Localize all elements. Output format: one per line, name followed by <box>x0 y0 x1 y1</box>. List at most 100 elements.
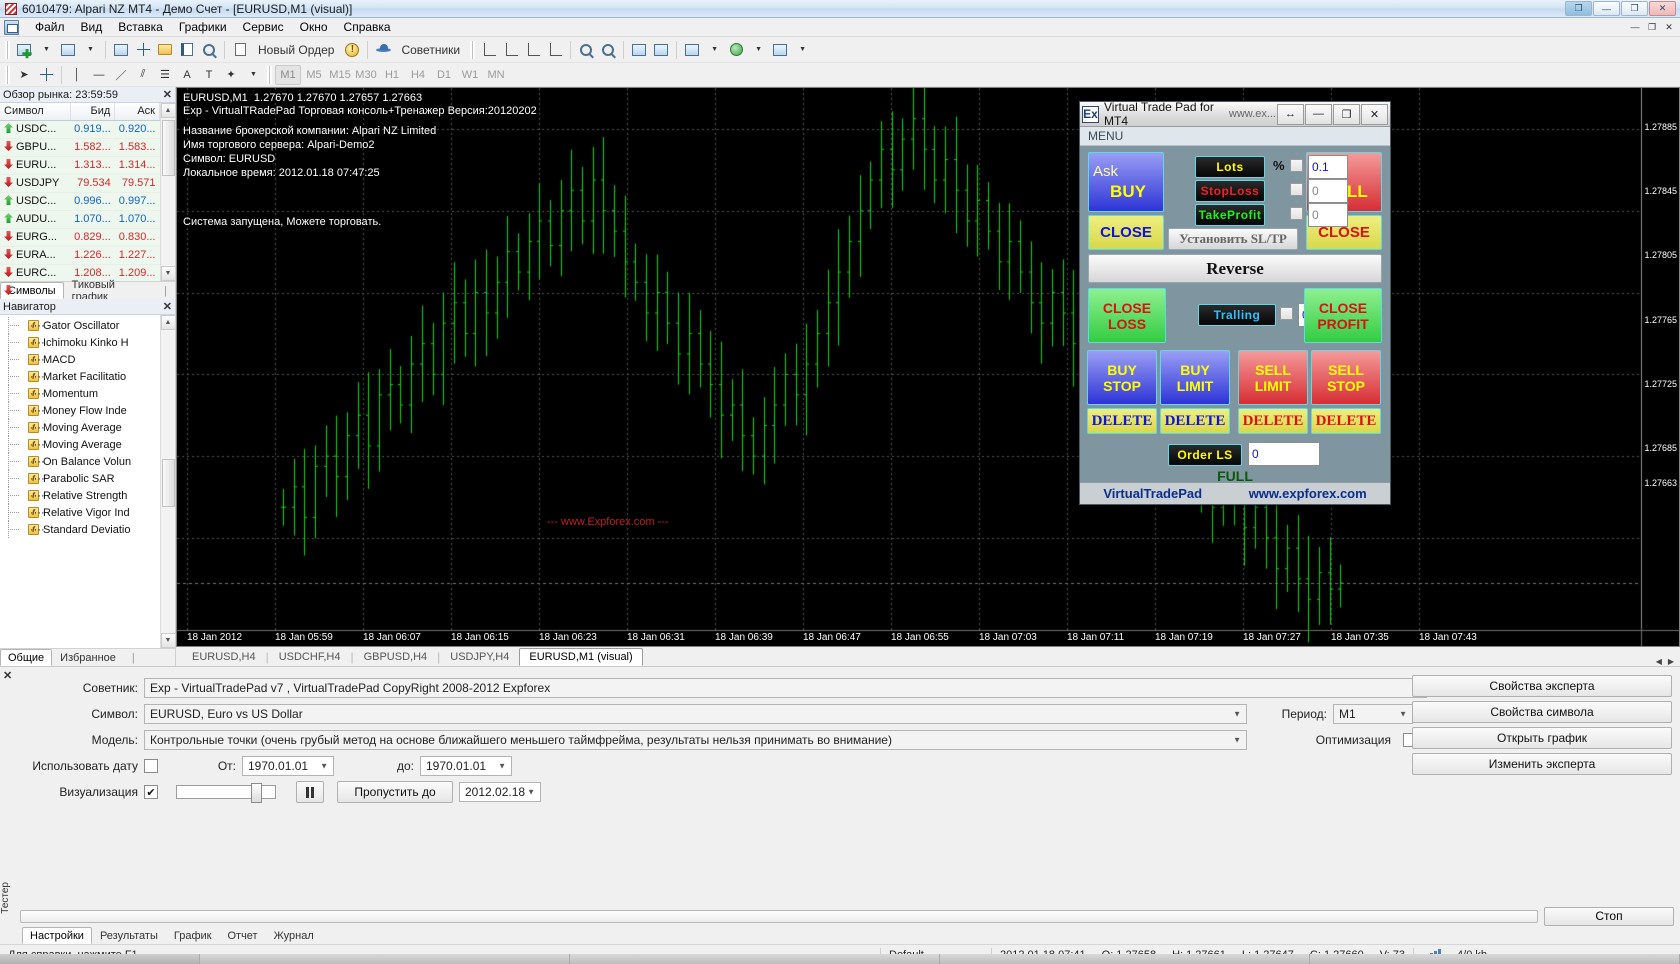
buy-stop-button[interactable]: BUY STOP <box>1087 350 1157 405</box>
vtp-site-link[interactable]: www.expforex.com <box>1249 486 1367 501</box>
taskbar-item[interactable] <box>570 954 940 964</box>
set-sltp-button[interactable]: Установить SL/TP <box>1168 228 1298 250</box>
scroll-up-icon[interactable]: ▲ <box>161 103 176 118</box>
taskbar-item[interactable] <box>200 954 570 964</box>
chevron-down-icon[interactable]: ▼ <box>527 788 535 797</box>
column-header-ask[interactable]: Аск <box>115 103 160 120</box>
shapes-icon[interactable]: ✦ <box>220 64 242 86</box>
navigator-item[interactable]: fMomentum <box>0 385 160 402</box>
column-header-symbol[interactable]: Символ <box>0 103 70 120</box>
navigator-item[interactable]: fOn Balance Volun <box>0 453 160 470</box>
taskbar-item[interactable] <box>1310 954 1680 964</box>
new-chart-icon[interactable]: ✚ <box>13 39 35 61</box>
model-combobox[interactable]: Контрольные точки (очень грубый метод на… <box>144 730 1247 750</box>
delete-buy-stop-button[interactable]: DELETE <box>1087 408 1157 434</box>
bar-chart-icon[interactable] <box>500 39 522 61</box>
chart-tab-eurusd-m1-visual[interactable]: EURUSD,M1 (visual) <box>519 648 642 666</box>
tab-favorites[interactable]: Избранное <box>52 649 124 666</box>
scroll-down-icon[interactable]: ▼ <box>161 266 176 281</box>
tab-settings[interactable]: Настройки <box>22 927 92 944</box>
strategy-tester-icon[interactable] <box>198 39 220 61</box>
open-chart-button[interactable]: Открыть график <box>1412 727 1672 749</box>
sell-limit-button[interactable]: SELL LIMIT <box>1238 350 1308 405</box>
tab-tick-chart[interactable]: Тиковый график <box>64 282 157 299</box>
vtp-maximize-button[interactable]: ❐ <box>1333 104 1360 125</box>
indicator-list-icon[interactable] <box>681 39 703 61</box>
maximize-window-button[interactable]: ❐ <box>1621 1 1648 16</box>
table-row[interactable]: USDC...0.919...0.920... <box>0 120 160 138</box>
tab-common[interactable]: Общие <box>0 649 52 666</box>
mdi-restore-button[interactable]: ❐ <box>1644 20 1660 34</box>
experts-button[interactable]: Советники <box>394 39 467 61</box>
period-button-h4[interactable]: H4 <box>405 65 431 85</box>
visualization-speed-slider[interactable] <box>176 785 276 799</box>
reverse-button[interactable]: Reverse <box>1088 254 1382 283</box>
close-icon[interactable]: ✕ <box>3 669 12 682</box>
modify-expert-button[interactable]: Изменить эксперта <box>1412 753 1672 775</box>
restore-all-button[interactable]: ❐ <box>1565 1 1592 16</box>
chart-window[interactable]: EURUSD,M1 1.27670 1.27670 1.27657 1.2766… <box>176 87 1680 647</box>
terminal-icon[interactable] <box>176 39 198 61</box>
chevron-down-icon[interactable]: ▼ <box>1233 710 1241 719</box>
expert-combobox[interactable]: Exp - VirtualTradePad v7 , VirtualTradeP… <box>144 678 1427 698</box>
chevron-down-icon[interactable]: ▼ <box>498 762 506 771</box>
toolbar-grip-2[interactable] <box>470 41 475 59</box>
menu-item-view[interactable]: Вид <box>73 18 111 36</box>
table-row[interactable]: EURU...1.313...1.314... <box>0 156 160 174</box>
close-icon[interactable]: ✕ <box>163 300 172 313</box>
taskbar-start[interactable] <box>0 954 200 964</box>
chart-shift-icon[interactable] <box>650 39 672 61</box>
close-icon[interactable]: ✕ <box>163 88 172 101</box>
menu-item-window[interactable]: Окно <box>292 18 336 36</box>
tab-scroll-left-icon[interactable]: ◀ <box>1654 657 1664 666</box>
navigator-item[interactable]: fParabolic SAR <box>0 470 160 487</box>
stop-button[interactable]: Стоп <box>1544 907 1674 926</box>
period-icon[interactable] <box>725 39 747 61</box>
table-row[interactable]: EURA...1.226...1.227... <box>0 246 160 264</box>
period-button-m15[interactable]: M15 <box>327 65 353 85</box>
vtp-close-button[interactable]: ✕ <box>1361 104 1388 125</box>
line-chart-icon[interactable] <box>544 39 566 61</box>
buy-button[interactable]: Ask BUY <box>1088 152 1164 212</box>
chevron-down-icon[interactable]: ▼ <box>1233 736 1241 745</box>
templates-icon[interactable] <box>769 39 791 61</box>
menu-item-tools[interactable]: Сервис <box>235 18 292 36</box>
delete-sell-limit-button[interactable]: DELETE <box>1238 408 1308 434</box>
experts-icon[interactable] <box>372 39 394 61</box>
expert-properties-button[interactable]: Свойства эксперта <box>1412 675 1672 697</box>
stoploss-checkbox[interactable] <box>1290 183 1303 196</box>
scroll-thumb[interactable] <box>162 120 175 176</box>
delete-buy-limit-button[interactable]: DELETE <box>1160 408 1230 434</box>
minimize-window-button[interactable]: — <box>1593 1 1620 16</box>
period-dropdown-icon[interactable]: ▼ <box>747 39 769 61</box>
toolbar-grip-3[interactable] <box>5 66 10 84</box>
fibonacci-icon[interactable]: ☰ <box>154 64 176 86</box>
shapes-dropdown-icon[interactable]: ▼ <box>242 64 264 86</box>
navigator-item[interactable]: fMoving Average <box>0 419 160 436</box>
period-button-h1[interactable]: H1 <box>379 65 405 85</box>
profiles-dropdown-icon[interactable]: ▼ <box>79 39 101 61</box>
table-row[interactable]: EURG...0.829...0.830... <box>0 228 160 246</box>
cursor-icon[interactable]: ➤ <box>13 64 35 86</box>
new-chart-dropdown-icon[interactable]: ▼ <box>35 39 57 61</box>
trendline-icon[interactable]: ／ <box>110 64 132 86</box>
tab-graph[interactable]: График <box>166 927 220 944</box>
table-row[interactable]: USDC...0.996...0.997... <box>0 192 160 210</box>
scroll-to-end-icon[interactable] <box>628 39 650 61</box>
templates-dropdown-icon[interactable]: ▼ <box>791 39 813 61</box>
text-icon[interactable]: A <box>176 64 198 86</box>
new-order-button[interactable]: Новый Ордер <box>251 39 341 61</box>
navigator-item[interactable]: fMoving Average <box>0 436 160 453</box>
to-date-combobox[interactable]: 1970.01.01 ▼ <box>420 756 512 776</box>
tester-vertical-tab[interactable]: Тестер <box>0 882 14 914</box>
navigator-item[interactable]: fMarket Facilitatio <box>0 368 160 385</box>
from-date-combobox[interactable]: 1970.01.01 ▼ <box>242 756 334 776</box>
market-watch-scrollbar[interactable]: ▲ ▼ <box>160 103 175 281</box>
chart-tab-usdchf-h4[interactable]: USDCHF,H4 <box>269 648 351 666</box>
table-row[interactable]: AUDU...1.070...1.070... <box>0 210 160 228</box>
chevron-down-icon[interactable]: ▼ <box>1399 710 1407 719</box>
vertical-line-icon[interactable]: │ <box>66 64 88 86</box>
navigator-item[interactable]: fStandard Deviatio <box>0 521 160 538</box>
menu-item-help[interactable]: Справка <box>336 18 399 36</box>
takeprofit-checkbox[interactable] <box>1290 207 1303 220</box>
